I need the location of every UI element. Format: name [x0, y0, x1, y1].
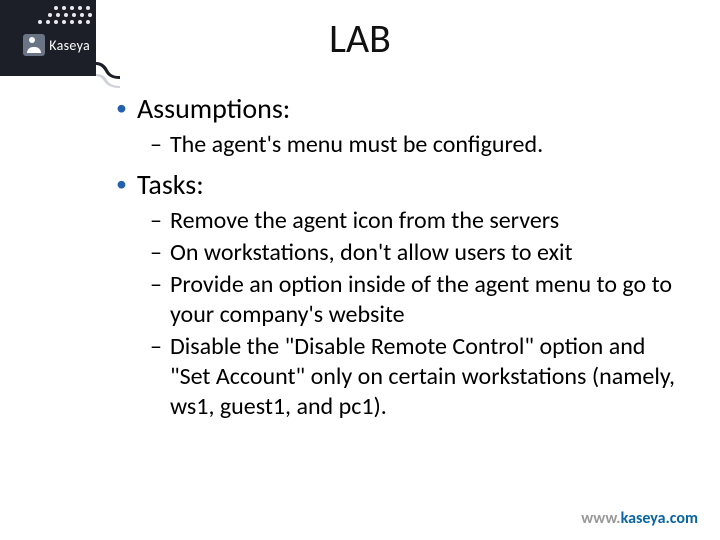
list-item-text: On workstations, don't allow users to ex…: [170, 238, 686, 268]
section-heading: Assumptions:: [137, 92, 290, 126]
dash-icon: –: [150, 270, 162, 300]
slide-title: LAB: [0, 14, 720, 63]
section-heading: Tasks:: [137, 168, 204, 202]
bullet-icon: •: [116, 168, 127, 200]
dash-icon: –: [150, 206, 162, 236]
footer-url: www.kaseya.com: [581, 509, 698, 528]
list-item-text: Disable the "Disable Remote Control" opt…: [170, 332, 686, 422]
list-item: – On workstations, don't allow users to …: [150, 238, 686, 268]
list-item-text: Remove the agent icon from the servers: [170, 206, 686, 236]
footer-url-domain: kaseya.com: [621, 509, 698, 528]
bullet-icon: •: [116, 92, 127, 124]
dash-icon: –: [150, 238, 162, 268]
list-item-text: The agent's menu must be configured.: [170, 130, 686, 160]
list-item: – Disable the "Disable Remote Control" o…: [150, 332, 686, 422]
list-item: – Remove the agent icon from the servers: [150, 206, 686, 236]
slide-body: • Assumptions: – The agent's menu must b…: [116, 92, 686, 430]
dash-icon: –: [150, 332, 162, 362]
section-assumptions: • Assumptions: – The agent's menu must b…: [116, 92, 686, 160]
list-item: – The agent's menu must be configured.: [150, 130, 686, 160]
footer-url-prefix: www.: [581, 509, 620, 528]
slide: Kaseya LAB • Assumptions: – The agent's …: [0, 0, 720, 540]
list-item: – Provide an option inside of the agent …: [150, 270, 686, 330]
list-item-text: Provide an option inside of the agent me…: [170, 270, 686, 330]
dash-icon: –: [150, 130, 162, 160]
section-tasks: • Tasks: – Remove the agent icon from th…: [116, 168, 686, 422]
